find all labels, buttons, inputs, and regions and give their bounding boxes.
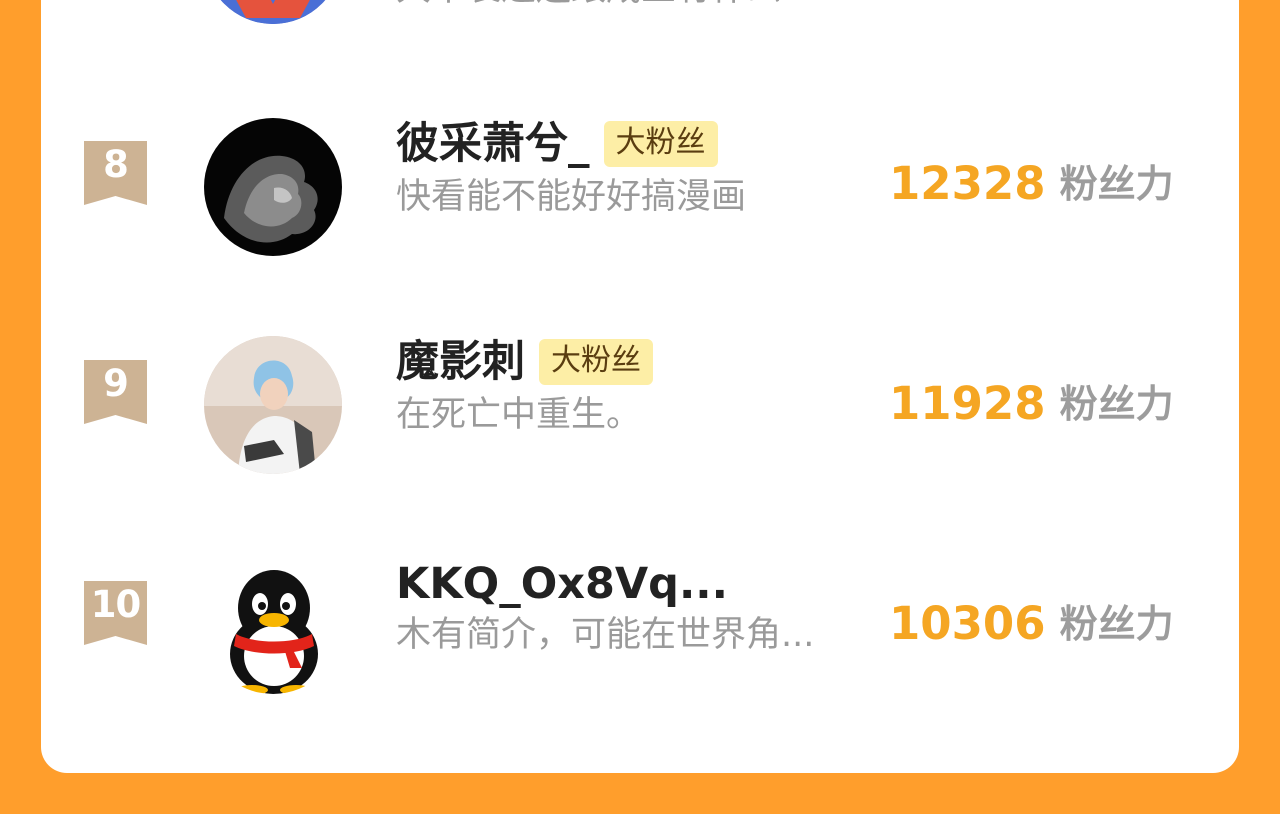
user-bio: 大不裹遁还跟咸鱼有什么... [396, 0, 814, 12]
fan-power-unit: 粉丝力 [1059, 382, 1174, 426]
user-name[interactable]: 魔影刺 [396, 334, 525, 390]
avatar[interactable] [204, 118, 342, 256]
user-name[interactable]: KKQ_Ox8Vq... [396, 556, 728, 612]
colorful-avatar-icon [204, 0, 342, 24]
fan-power: 10306 粉丝力 [889, 596, 1174, 652]
ranking-row[interactable]: 8 彼采萧兮_ 大粉丝 快看能不能好好搞漫画 12328 粉丝力 [41, 110, 1239, 260]
rank-badge: 8 [84, 141, 147, 205]
fan-power-unit: 粉丝力 [1059, 162, 1174, 206]
ranking-row[interactable]: 10 KKQ_Ox8Vq... 木有简介，可能在世界角... 10306 粉丝力 [41, 550, 1239, 700]
ranking-row[interactable]: 9 魔影刺 大粉丝 在死亡中重生。 11928 粉丝力 [41, 330, 1239, 480]
user-bio: 在死亡中重生。 [396, 395, 642, 435]
ranking-row-partial[interactable]: 大不裹遁还跟咸鱼有什么... [41, 0, 1239, 50]
fan-power: 11928 粉丝力 [889, 376, 1174, 432]
rank-badge: 9 [84, 360, 147, 424]
rank-badge: 10 [84, 581, 147, 645]
fan-power-unit: 粉丝力 [1059, 602, 1174, 646]
qq-penguin-avatar-icon [204, 556, 342, 694]
avatar[interactable] [204, 556, 342, 694]
name-line: 彼采萧兮_ 大粉丝 [396, 116, 718, 172]
user-bio: 快看能不能好好搞漫画 [396, 177, 747, 217]
name-line: KKQ_Ox8Vq... [396, 556, 728, 612]
fan-power-value: 12328 [889, 157, 1046, 210]
rank-number: 9 [103, 362, 129, 405]
game-character-avatar-icon [204, 336, 342, 474]
fan-power: 12328 粉丝力 [889, 156, 1174, 212]
lion-avatar-icon [204, 118, 342, 256]
user-name[interactable]: 彼采萧兮_ [396, 116, 590, 172]
big-fan-tag: 大粉丝 [539, 339, 653, 385]
rank-number: 10 [90, 583, 142, 626]
user-bio: 木有简介，可能在世界角... [396, 615, 815, 655]
avatar[interactable] [204, 336, 342, 474]
avatar-partial[interactable] [204, 0, 342, 24]
fan-ranking-card: 大不裹遁还跟咸鱼有什么... 8 彼采萧兮_ 大粉丝 快看能不能好好搞漫画 12… [41, 0, 1239, 773]
rank-number: 8 [103, 143, 129, 186]
name-line: 魔影刺 大粉丝 [396, 334, 653, 390]
fan-power-value: 10306 [889, 597, 1046, 650]
fan-power-value: 11928 [889, 377, 1046, 430]
big-fan-tag: 大粉丝 [603, 121, 718, 167]
